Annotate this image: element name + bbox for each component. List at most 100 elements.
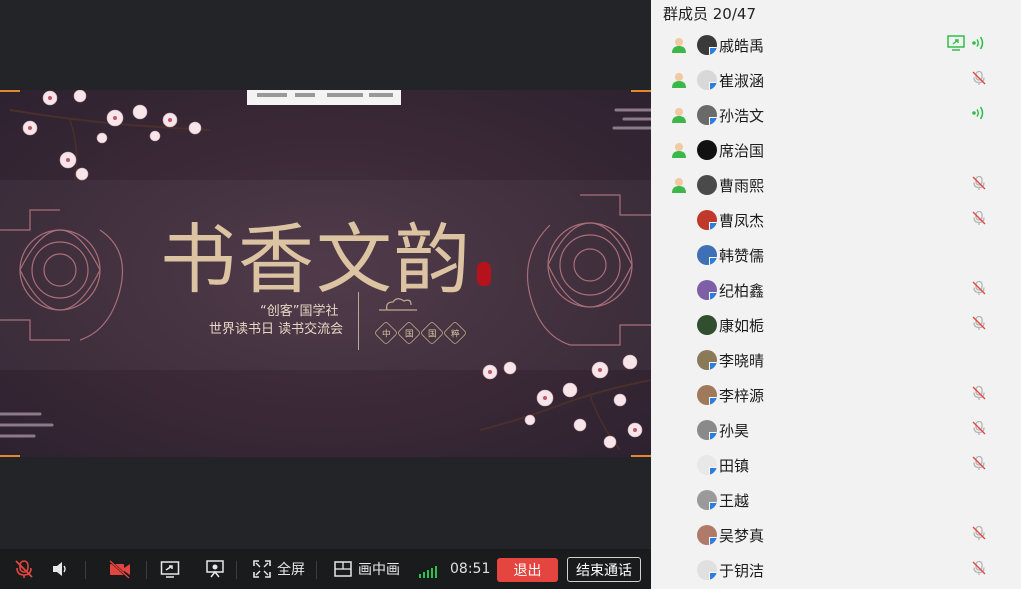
screen-share-button[interactable] — [160, 549, 180, 589]
member-row[interactable]: 孙浩文 — [651, 97, 1021, 132]
device-badge-icon — [709, 467, 717, 475]
member-row[interactable]: 康如栀 — [651, 307, 1021, 342]
member-row[interactable]: 王越 — [651, 482, 1021, 517]
user-icon — [670, 106, 688, 124]
toolbar-separator — [236, 561, 237, 579]
fullscreen-button[interactable]: 全屏 — [253, 549, 305, 589]
peony-ornament-left — [0, 209, 124, 341]
member-status-icons — [947, 35, 987, 55]
video-area: 书香文韵 “创客”国学社 世界读书日 读书交流会 中 国 国 粹 — [0, 0, 651, 549]
device-badge-icon — [709, 362, 717, 370]
member-name: 孙昊 — [719, 422, 750, 440]
hex-badges: 中 国 国 粹 — [373, 320, 468, 346]
member-name: 吴梦真 — [719, 527, 765, 545]
avatar — [697, 350, 717, 370]
member-row[interactable]: 于钥洁 — [651, 552, 1021, 587]
device-badge-icon — [709, 572, 717, 580]
member-name: 李梓源 — [719, 387, 765, 405]
camera-off-icon — [109, 560, 130, 579]
member-name: 于钥洁 — [719, 562, 765, 580]
plum-blossom-bottom-right — [479, 354, 651, 451]
member-status-icons — [971, 175, 987, 195]
member-name: 韩赞儒 — [719, 247, 765, 265]
member-status-icons — [971, 455, 987, 475]
hex-badge: 中 — [373, 320, 399, 346]
toolbar-separator — [146, 561, 147, 579]
avatar — [697, 315, 717, 335]
member-row[interactable]: 孙昊 — [651, 412, 1021, 447]
exit-button[interactable]: 退出 — [497, 558, 558, 582]
avatar — [697, 35, 717, 55]
device-badge-icon — [709, 397, 717, 405]
member-list[interactable]: 戚皓禹崔淑涵孙浩文席治国曹雨熙曹凤杰韩赞儒纪柏鑫康如栀 李晓晴李梓源孙昊田镇王越吴… — [651, 27, 1021, 587]
member-row[interactable]: 崔淑涵 — [651, 62, 1021, 97]
mic-muted-icon — [15, 560, 33, 578]
mic-muted-icon — [971, 315, 987, 335]
user-icon — [670, 176, 688, 194]
avatar — [697, 455, 717, 475]
member-row[interactable]: 田镇 — [651, 447, 1021, 482]
device-badge-icon — [709, 82, 717, 90]
mic-muted-icon — [971, 525, 987, 545]
device-badge-icon — [709, 47, 717, 55]
member-name: 纪柏鑫 — [719, 282, 765, 300]
presentation-icon — [206, 560, 224, 578]
avatar — [697, 175, 717, 195]
device-badge-icon — [709, 537, 717, 545]
device-badge-icon — [709, 292, 717, 300]
mic-muted-icon — [971, 175, 987, 195]
corner-mark — [0, 455, 20, 457]
device-badge-icon — [709, 502, 717, 510]
camera-toggle-button[interactable] — [108, 549, 132, 589]
mic-toggle-button[interactable] — [13, 549, 35, 589]
avatar — [697, 70, 717, 90]
member-name: 田镇 — [719, 457, 750, 475]
picture-in-picture-icon — [334, 561, 352, 577]
member-row[interactable]: 纪柏鑫 — [651, 272, 1021, 307]
member-status-icons — [971, 525, 987, 545]
avatar — [697, 245, 717, 265]
fullscreen-icon — [253, 560, 271, 578]
avatar — [697, 560, 717, 580]
member-row[interactable]: 李晓晴 — [651, 342, 1021, 377]
device-badge-icon — [709, 222, 717, 230]
plum-blossom-top-left — [10, 90, 211, 181]
shared-slide: 书香文韵 “创客”国学社 世界读书日 读书交流会 中 国 国 粹 — [0, 90, 651, 457]
user-icon — [670, 141, 688, 159]
slide-top-strip — [247, 90, 401, 105]
member-row[interactable]: 戚皓禹 — [651, 27, 1021, 62]
member-name: 王越 — [719, 492, 750, 510]
corner-mark — [631, 90, 651, 92]
control-bar: 全屏 画中画 08:51 退出 结束通话 — [0, 549, 651, 589]
user-icon — [670, 71, 688, 89]
member-row[interactable]: 吴梦真 — [651, 517, 1021, 552]
member-name: 孙浩文 — [719, 107, 765, 125]
mic-muted-icon — [971, 455, 987, 475]
call-timer: 08:51 — [450, 561, 491, 577]
speaker-button[interactable] — [50, 549, 70, 589]
member-row[interactable]: 曹凤杰 — [651, 202, 1021, 237]
mic-muted-icon — [971, 280, 987, 300]
speaker-icon — [53, 562, 66, 576]
slide-subtitle-event: 世界读书日 读书交流会 — [209, 322, 344, 337]
screen-share-icon — [160, 561, 180, 578]
hex-badge: 国 — [396, 320, 422, 346]
speaking-icon — [971, 35, 987, 55]
fullscreen-label: 全屏 — [277, 562, 305, 578]
end-call-button[interactable]: 结束通话 — [567, 557, 641, 582]
slide-title: 书香文韵 — [160, 215, 472, 304]
member-name: 戚皓禹 — [719, 37, 765, 55]
member-row[interactable]: 李梓源 — [651, 377, 1021, 412]
cloud-pattern-top — [612, 108, 651, 130]
member-row[interactable]: 韩赞儒 — [651, 237, 1021, 272]
whiteboard-button[interactable] — [205, 549, 225, 589]
picture-in-picture-button[interactable]: 画中画 — [334, 549, 400, 589]
slide-subtitle-club: “创客”国学社 — [260, 304, 339, 319]
member-name: 曹雨熙 — [719, 177, 765, 195]
avatar — [697, 105, 717, 125]
signal-strength-icon — [419, 561, 437, 578]
member-row[interactable]: 席治国 — [651, 132, 1021, 167]
device-badge-icon — [709, 257, 717, 265]
member-row[interactable]: 曹雨熙 — [651, 167, 1021, 202]
member-status-icons — [971, 210, 987, 229]
